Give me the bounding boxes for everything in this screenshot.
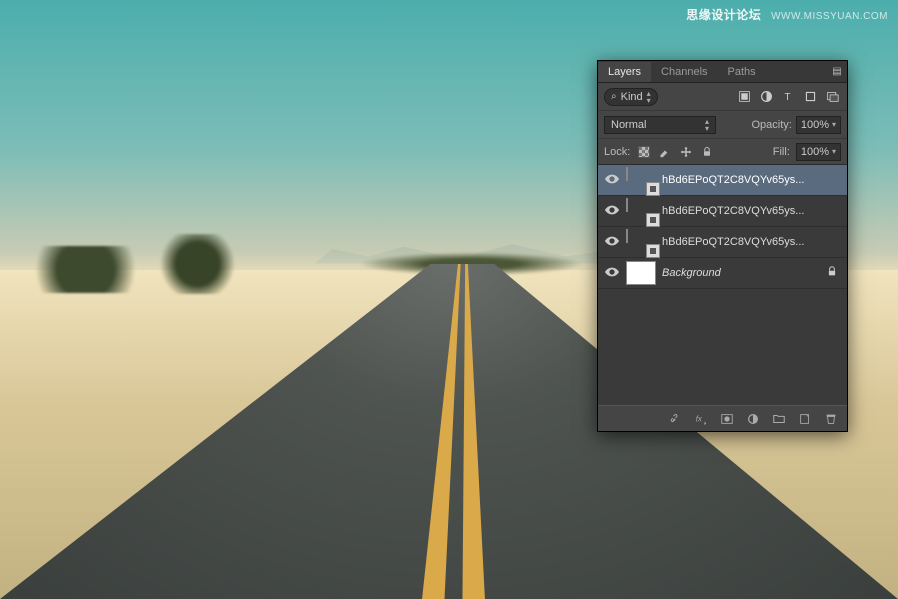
- chevron-down-icon: ▾: [832, 120, 836, 129]
- filter-smart-icon[interactable]: [823, 88, 841, 106]
- svg-text:fx: fx: [696, 414, 703, 423]
- blend-row: Normal ▴▾ Opacity: 100% ▾: [598, 111, 847, 139]
- watermark-text-url: WWW.MISSYUAN.COM: [771, 11, 888, 22]
- lock-transparent-icon[interactable]: [636, 144, 651, 159]
- smart-object-badge: [646, 213, 660, 227]
- lock-icon: [827, 266, 841, 280]
- layer-name[interactable]: hBd6EPoQT2C8VQYv65ys...: [662, 236, 841, 248]
- smart-object-badge: [646, 244, 660, 258]
- filter-adjustment-icon[interactable]: [757, 88, 775, 106]
- smart-object-badge: [646, 182, 660, 196]
- updown-icon: ▴▾: [705, 118, 709, 132]
- visibility-toggle[interactable]: [604, 174, 620, 187]
- fill-input[interactable]: 100% ▾: [796, 143, 841, 161]
- chevron-down-icon: ▾: [832, 147, 836, 156]
- lock-row: Lock: Fill: 100% ▾: [598, 139, 847, 165]
- panel-footer: fx: [598, 405, 847, 431]
- layer-name[interactable]: Background: [662, 267, 821, 279]
- tab-channels[interactable]: Channels: [651, 62, 717, 82]
- fill-label: Fill:: [773, 146, 790, 158]
- panel-menu-button[interactable]: ▤: [827, 62, 847, 81]
- panel-tabs: Layers Channels Paths ▤: [598, 61, 847, 83]
- group-button[interactable]: [767, 409, 791, 429]
- layer-row[interactable]: hBd6EPoQT2C8VQYv65ys...: [598, 196, 847, 227]
- tab-layers[interactable]: Layers: [598, 62, 651, 82]
- filter-type-icon[interactable]: T: [779, 88, 797, 106]
- blend-mode-value: Normal: [611, 119, 646, 131]
- layer-row-background[interactable]: Background: [598, 258, 847, 289]
- layer-row[interactable]: hBd6EPoQT2C8VQYv65ys...: [598, 227, 847, 258]
- layers-list: hBd6EPoQT2C8VQYv65ys... hBd6EPoQT2C8VQYv…: [598, 165, 847, 405]
- lock-pixels-icon[interactable]: [657, 144, 672, 159]
- opacity-label: Opacity:: [751, 119, 791, 131]
- visibility-toggle[interactable]: [604, 267, 620, 280]
- layer-mask-button[interactable]: [715, 409, 739, 429]
- fill-value: 100%: [801, 146, 829, 158]
- visibility-toggle[interactable]: [604, 205, 620, 218]
- visibility-toggle[interactable]: [604, 236, 620, 249]
- watermark: 思缘设计论坛 WWW.MISSYUAN.COM: [686, 6, 888, 23]
- adjustment-layer-button[interactable]: [741, 409, 765, 429]
- layer-thumbnail[interactable]: [626, 199, 656, 223]
- lock-all-icon[interactable]: [699, 144, 714, 159]
- layer-name[interactable]: hBd6EPoQT2C8VQYv65ys...: [662, 174, 841, 186]
- layer-thumbnail[interactable]: [626, 168, 656, 192]
- filter-pixel-icon[interactable]: [735, 88, 753, 106]
- lock-position-icon[interactable]: [678, 144, 693, 159]
- search-icon: ⌕: [611, 91, 617, 102]
- layer-row[interactable]: hBd6EPoQT2C8VQYv65ys...: [598, 165, 847, 196]
- watermark-text-cn: 思缘设计论坛: [686, 8, 761, 22]
- filter-shape-icon[interactable]: [801, 88, 819, 106]
- new-layer-button[interactable]: [793, 409, 817, 429]
- filter-row: ⌕ Kind ▴▾ T: [598, 83, 847, 111]
- opacity-input[interactable]: 100% ▾: [796, 116, 841, 134]
- delete-layer-button[interactable]: [819, 409, 843, 429]
- tab-paths[interactable]: Paths: [718, 62, 766, 82]
- updown-icon: ▴▾: [647, 90, 651, 104]
- layer-thumbnail[interactable]: [626, 261, 656, 285]
- opacity-value: 100%: [801, 119, 829, 131]
- svg-text:T: T: [784, 92, 790, 103]
- filter-kind-select[interactable]: ⌕ Kind ▴▾: [604, 88, 658, 106]
- lock-label: Lock:: [604, 146, 630, 158]
- layer-name[interactable]: hBd6EPoQT2C8VQYv65ys...: [662, 205, 841, 217]
- blend-mode-select[interactable]: Normal ▴▾: [604, 116, 716, 134]
- layer-thumbnail[interactable]: [626, 230, 656, 254]
- link-layers-button[interactable]: [663, 409, 687, 429]
- layers-panel: Layers Channels Paths ▤ ⌕ Kind ▴▾ T Norm…: [597, 60, 848, 432]
- filter-kind-label: Kind: [621, 91, 643, 103]
- layer-style-button[interactable]: fx: [689, 409, 713, 429]
